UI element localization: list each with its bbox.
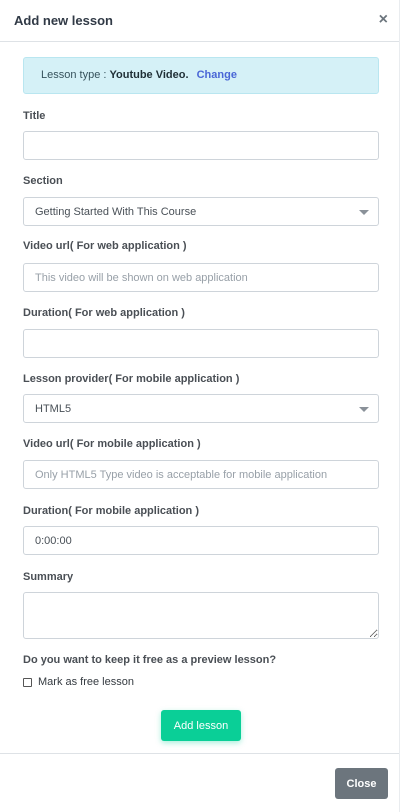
modal-footer: Close — [0, 753, 400, 812]
web-video-url-input[interactable] — [23, 263, 379, 292]
free-preview-question: Do you want to keep it free as a preview… — [23, 654, 277, 666]
lesson-provider-selected-value: HTML5 — [35, 403, 72, 415]
chevron-down-icon — [359, 210, 369, 215]
summary-label: Summary — [23, 571, 74, 583]
lesson-type-value: Youtube Video. — [109, 69, 189, 81]
free-lesson-checkbox-row[interactable]: Mark as free lesson — [23, 676, 134, 688]
section-select[interactable]: Getting Started With This Course — [23, 197, 379, 226]
mobile-duration-label: Duration( For mobile application ) — [23, 505, 199, 517]
lesson-type-prefix: Lesson type : — [41, 69, 110, 81]
web-duration-label: Duration( For web application ) — [23, 307, 185, 319]
add-lesson-modal: Add new lesson × Lesson type : Youtube V… — [0, 0, 400, 812]
change-lesson-type-link[interactable]: Change — [197, 69, 237, 81]
close-icon[interactable]: × — [379, 10, 388, 30]
mobile-video-url-label: Video url( For mobile application ) — [23, 438, 201, 450]
web-video-url-label: Video url( For web application ) — [23, 240, 187, 252]
summary-textarea[interactable] — [23, 592, 379, 639]
free-lesson-checkbox[interactable] — [23, 677, 32, 687]
mobile-duration-input[interactable] — [23, 526, 379, 555]
title-input[interactable] — [23, 131, 379, 160]
mobile-provider-label: Lesson provider( For mobile application … — [23, 373, 240, 385]
mobile-video-url-input[interactable] — [23, 460, 379, 489]
section-selected-value: Getting Started With This Course — [35, 206, 197, 218]
section-label: Section — [23, 175, 63, 187]
close-button[interactable]: Close — [335, 768, 388, 799]
title-label: Title — [23, 110, 46, 122]
lesson-provider-select[interactable]: HTML5 — [23, 394, 379, 423]
add-lesson-button[interactable]: Add lesson — [161, 710, 241, 741]
lesson-type-alert: Lesson type : Youtube Video. Change — [23, 57, 379, 94]
chevron-down-icon — [359, 407, 369, 412]
modal-header: Add new lesson × — [0, 0, 400, 42]
modal-title: Add new lesson — [14, 13, 113, 28]
free-lesson-checkbox-label[interactable]: Mark as free lesson — [38, 676, 134, 688]
web-duration-input[interactable] — [23, 329, 379, 358]
